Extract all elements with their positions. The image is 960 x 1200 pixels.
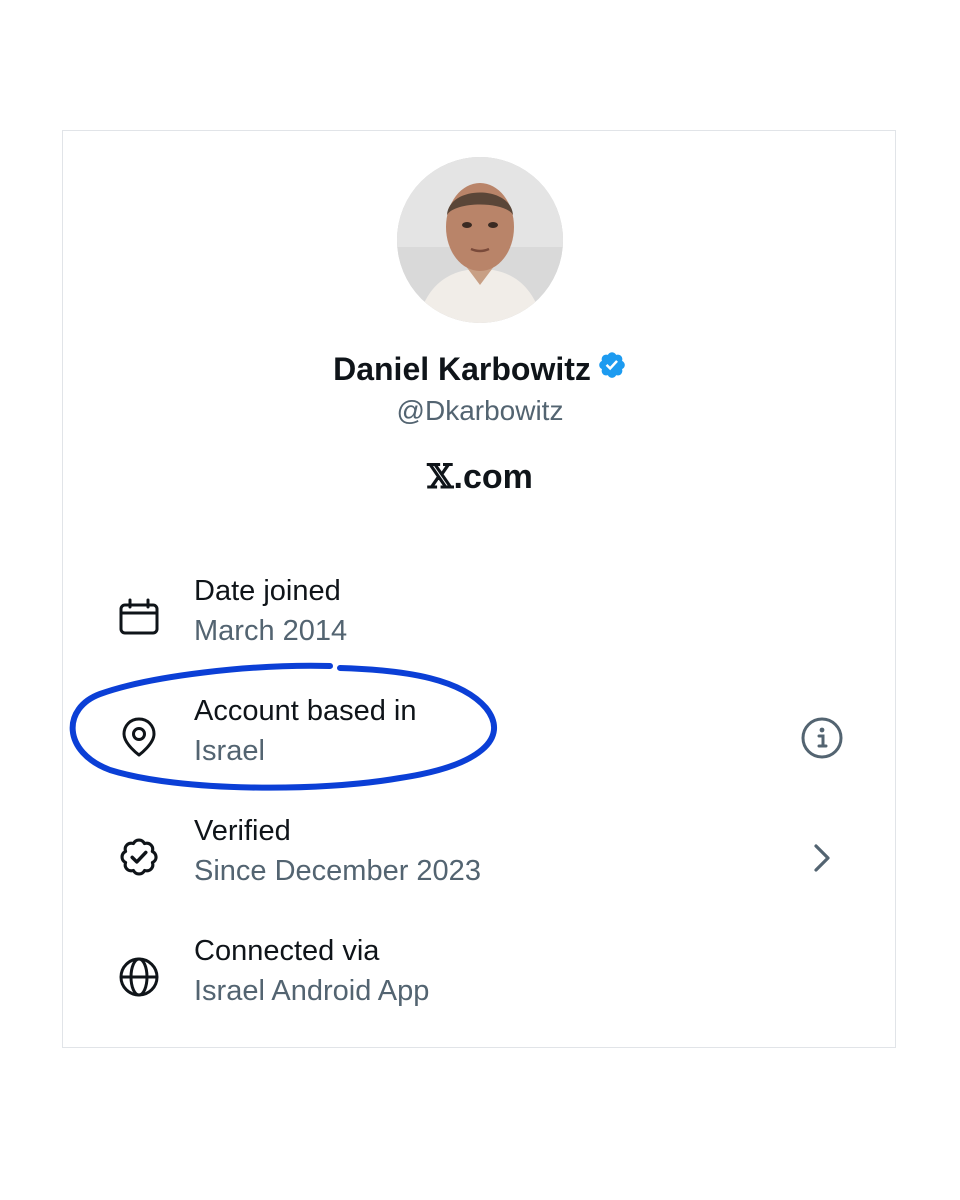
x-logo: 𝕏 [427,457,454,497]
user-handle: @Dkarbowitz [396,395,564,426]
detail-title: Date joined [194,575,341,607]
avatar-photo [397,157,563,323]
globe-icon [117,955,161,999]
location-pin-icon [117,715,161,759]
detail-title: Connected via [194,935,380,967]
detail-title: Account based in [194,695,417,727]
verified-seal-icon [117,835,161,879]
info-icon[interactable] [799,715,845,761]
verified-badge-icon [597,349,627,389]
site-label: 𝕏.com [63,455,897,499]
detail-value: Israel Android App [194,975,430,1007]
detail-value: Israel [194,735,265,767]
display-name-row: Daniel Karbowitz [63,349,897,392]
chevron-right-icon[interactable] [799,835,845,881]
detail-row-account-based-in: Account based in Israel [63,693,897,793]
about-account-card: Daniel Karbowitz @Dkarbowitz 𝕏.com Date … [62,130,896,1048]
detail-row-connected-via: Connected via Israel Android App [63,933,897,1033]
calendar-icon [117,595,161,639]
detail-row-verified[interactable]: Verified Since December 2023 [63,813,897,913]
detail-value: Since December 2023 [194,855,481,887]
detail-row-date-joined: Date joined March 2014 [63,573,897,673]
avatar[interactable] [397,157,563,323]
detail-title: Verified [194,815,291,847]
display-name: Daniel Karbowitz [333,351,591,387]
site-suffix: .com [453,458,533,496]
detail-value: March 2014 [194,615,348,647]
